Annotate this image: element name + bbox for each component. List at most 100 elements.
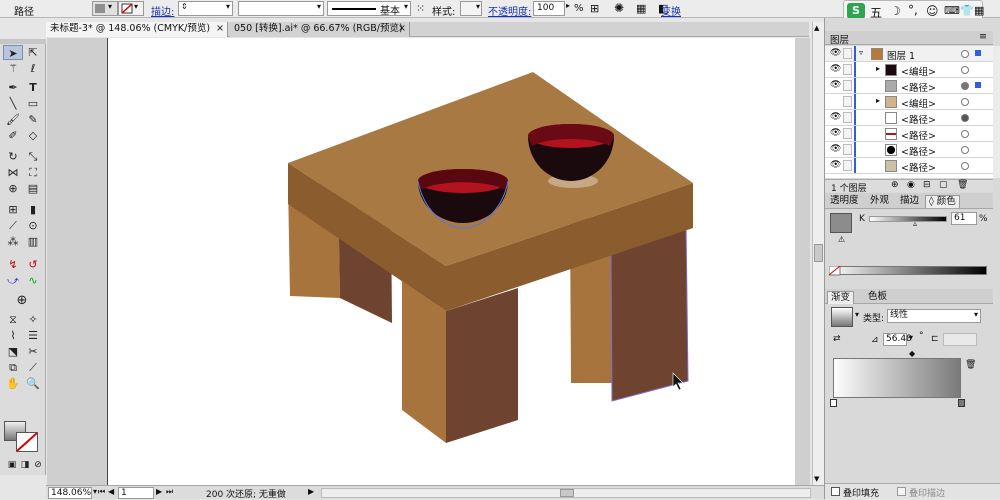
graphic-style-icon[interactable]: ⁙: [416, 2, 425, 15]
prev-artboard-icon[interactable]: ◀: [108, 487, 114, 496]
perspective-grid-tool-icon[interactable]: ▤: [23, 181, 43, 196]
close-icon[interactable]: ×: [398, 22, 406, 36]
stroke-swatch[interactable]: ▾: [118, 1, 144, 16]
artboard-tool-icon[interactable]: ⧉: [3, 360, 23, 375]
visibility-eye-icon[interactable]: 👁: [830, 145, 841, 154]
grid-icon[interactable]: ▦: [974, 4, 984, 17]
midpoint-diamond-icon[interactable]: ◆: [909, 349, 915, 358]
mesh-tool-icon[interactable]: ⊞: [3, 202, 23, 217]
last-artboard-icon[interactable]: ⏭: [166, 487, 173, 497]
shirt-icon[interactable]: 👕: [960, 4, 974, 17]
symbol-sprayer-tool-icon[interactable]: ⁂: [3, 234, 23, 249]
gear-icon[interactable]: ✺: [614, 1, 624, 15]
chevron-down-icon[interactable]: ▾: [93, 487, 97, 496]
vertical-scrollbar[interactable]: ▲ ▼: [812, 22, 824, 485]
target-circle-icon[interactable]: [961, 146, 969, 154]
moon-icon[interactable]: ☽: [890, 4, 901, 18]
tab-stroke[interactable]: 描边: [897, 195, 922, 208]
target-circle-icon[interactable]: [961, 130, 969, 138]
lock-toggle[interactable]: [843, 128, 852, 139]
gradient-stop-gray[interactable]: [958, 399, 965, 407]
shape-builder-tool-icon[interactable]: ⊕: [3, 181, 23, 196]
chevron-right-icon[interactable]: ▸: [876, 64, 880, 73]
lock-toggle[interactable]: [843, 80, 852, 91]
keyboard-icon[interactable]: ⌨: [944, 4, 960, 17]
opacity-link[interactable]: 不透明度:: [488, 3, 531, 18]
chevron-down-icon[interactable]: ▾: [909, 333, 913, 342]
color-spectrum[interactable]: [829, 266, 987, 275]
eyedropper-tool-icon[interactable]: ⟋: [3, 218, 23, 233]
visibility-eye-icon[interactable]: 👁: [830, 49, 841, 58]
lock-toggle[interactable]: [843, 112, 852, 123]
tab-gradient[interactable]: 渐变: [827, 291, 855, 304]
line-tool-icon[interactable]: ╲: [3, 96, 23, 111]
pen-tool-icon[interactable]: ✒: [3, 80, 23, 95]
gradient-stop-white[interactable]: [830, 399, 837, 407]
layer-name[interactable]: 图层 1: [887, 48, 915, 62]
align-icon[interactable]: ▦: [636, 2, 646, 15]
knife-tool-icon[interactable]: ⟋: [23, 360, 43, 375]
selection-tool-icon[interactable]: ➤: [3, 45, 23, 60]
chevron-right-icon[interactable]: ▸: [566, 1, 570, 10]
crosshair-icon[interactable]: ⊕: [12, 293, 32, 308]
artboard-number-field[interactable]: 1: [118, 487, 154, 499]
aspect-ratio-input[interactable]: [943, 333, 977, 346]
brush-style-select[interactable]: 基本 ▾: [327, 1, 411, 17]
lock-toggle[interactable]: [843, 48, 852, 59]
lock-toggle[interactable]: [843, 96, 852, 107]
k-value-input[interactable]: 61: [951, 212, 977, 225]
lock-toggle[interactable]: [843, 64, 852, 75]
smile-icon[interactable]: ☺: [926, 4, 939, 18]
target-circle-icon[interactable]: [961, 66, 969, 74]
gradient-preview[interactable]: [831, 307, 853, 327]
next-artboard-icon[interactable]: ▶: [156, 487, 162, 496]
layer-name[interactable]: <路径>: [901, 112, 936, 126]
paintbrush-tool-icon[interactable]: 🖌: [3, 112, 23, 127]
slice-tool-icon[interactable]: ⬔: [3, 344, 23, 359]
rectangle-tool-icon[interactable]: ▭: [23, 96, 43, 111]
layer-name[interactable]: <路径>: [901, 144, 936, 158]
clipping-mask-icon[interactable]: ◉: [907, 180, 915, 190]
visibility-eye-icon[interactable]: 👁: [830, 129, 841, 138]
layer-row[interactable]: 👁 <路径>: [825, 78, 993, 94]
stroke-link[interactable]: 描边:: [151, 3, 174, 18]
stroke-color-box[interactable]: [16, 432, 38, 452]
hourglass-icon[interactable]: ⧖: [3, 312, 23, 327]
target-circle-icon[interactable]: [961, 114, 969, 122]
chevron-right-icon[interactable]: ▸: [876, 96, 880, 105]
delete-icon[interactable]: 🗑: [957, 180, 968, 190]
visibility-eye-icon[interactable]: 👁: [830, 81, 841, 90]
zoom-tool-icon[interactable]: 🔍: [23, 376, 43, 391]
target-circle-icon[interactable]: [961, 162, 969, 170]
join-path-icon[interactable]: ⤻: [3, 273, 23, 288]
punctuation-icon[interactable]: °,: [908, 3, 918, 17]
status-menu-icon[interactable]: ▶: [308, 487, 314, 496]
layer-row[interactable]: 👁 ▸ <编组>: [825, 62, 993, 78]
layer-row[interactable]: 👁 <路径>: [825, 126, 993, 142]
opacity-input[interactable]: 100: [533, 1, 565, 16]
horizontal-scrollbar[interactable]: [321, 488, 811, 498]
direct-selection-tool-icon[interactable]: ⇱: [23, 45, 43, 60]
pencil-tool-icon[interactable]: ✎: [23, 112, 43, 127]
visibility-eye-icon[interactable]: 👁: [830, 161, 841, 170]
fill-swatch[interactable]: ▾: [92, 1, 118, 16]
scissors-tool-icon[interactable]: ✂: [23, 344, 43, 359]
artwork-canvas[interactable]: jingyan.baidu.com: [108, 38, 796, 487]
scroll-thumb[interactable]: [560, 489, 574, 497]
tab-document-1[interactable]: 未标题-3* @ 148.06% (CMYK/预览) ×: [46, 22, 228, 37]
blend-tool-icon[interactable]: ⊙: [23, 218, 43, 233]
zoom-field[interactable]: 148.06%: [48, 487, 92, 499]
first-artboard-icon[interactable]: ⏮: [98, 487, 105, 497]
visibility-eye-icon[interactable]: 👁: [830, 113, 841, 122]
ime-logo-icon[interactable]: S: [847, 3, 865, 19]
none-mode-icon[interactable]: ⊘: [28, 458, 48, 473]
layer-row[interactable]: 👁 <路径>: [825, 110, 993, 126]
out-of-gamut-icon[interactable]: ⚠: [838, 235, 845, 244]
column-graph-tool-icon[interactable]: ▥: [23, 234, 43, 249]
artboard[interactable]: jingyan.baidu.com: [107, 38, 796, 487]
eraser-tool-icon[interactable]: ◇: [23, 128, 43, 143]
gradient-slider[interactable]: [833, 358, 961, 398]
target-circle-icon[interactable]: [961, 82, 969, 90]
chevron-down-icon[interactable]: ▾: [855, 310, 859, 319]
layer-name[interactable]: <路径>: [901, 160, 936, 174]
